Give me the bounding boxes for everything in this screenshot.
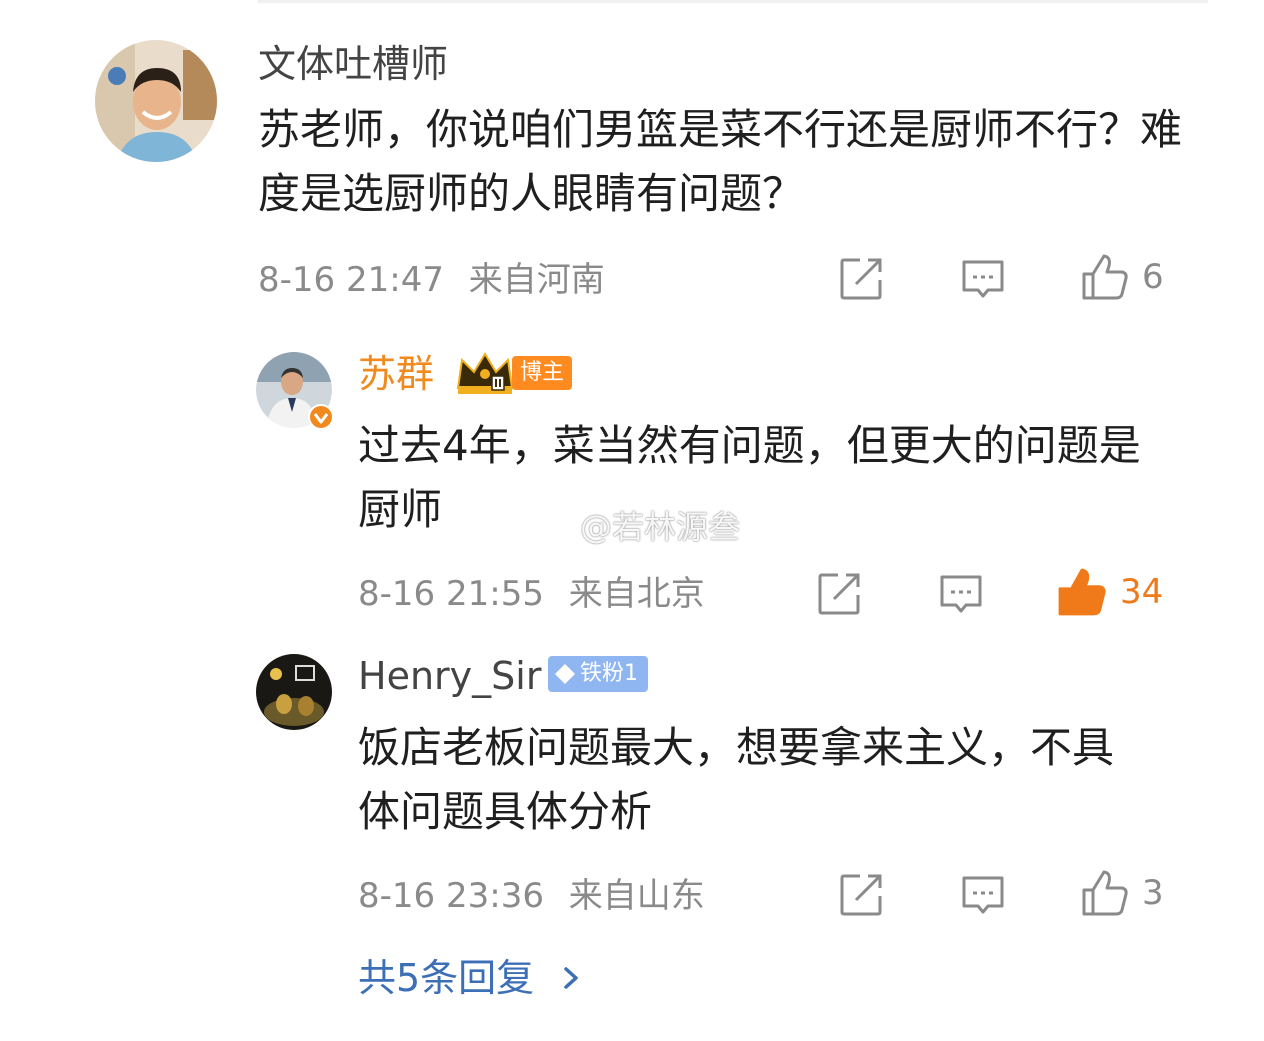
username[interactable]: Henry_Sir xyxy=(358,654,541,698)
more-replies-link[interactable]: 共5条回复 xyxy=(358,956,582,1000)
comment-text: 饭店老板问题最大，想要拿来主义，不具体问题具体分析 xyxy=(358,723,1115,836)
share-button[interactable] xyxy=(816,571,862,617)
more-replies-label: 共5条回复 xyxy=(358,956,535,1000)
like-icon xyxy=(1082,870,1128,916)
like-button[interactable]: 3 xyxy=(1080,868,1164,918)
blogger-badge: 博主 xyxy=(454,350,573,396)
crown-icon xyxy=(456,352,514,394)
diamond-icon xyxy=(555,664,575,684)
comment-meta: 8-16 21:55 来自北京 xyxy=(358,574,705,614)
fan-badge: 铁粉1 xyxy=(548,656,648,692)
like-button[interactable]: 6 xyxy=(1080,252,1164,302)
fan-level: 铁粉1 xyxy=(580,661,638,686)
share-icon xyxy=(840,258,882,300)
share-button[interactable] xyxy=(838,872,884,918)
share-button[interactable] xyxy=(838,256,884,302)
like-icon xyxy=(1082,254,1128,300)
weibo-logo-icon xyxy=(528,507,572,542)
reply-button[interactable] xyxy=(960,874,1006,916)
like-count: 6 xyxy=(1142,257,1164,297)
comment-icon xyxy=(962,876,1004,914)
watermark: @若林源叁 xyxy=(528,502,740,548)
avatar[interactable] xyxy=(256,654,332,730)
like-icon xyxy=(1058,568,1106,616)
avatar[interactable] xyxy=(256,352,334,430)
avatar[interactable] xyxy=(95,40,217,162)
username[interactable]: 苏群 xyxy=(358,352,434,396)
comment-date: 8-16 21:55 xyxy=(358,574,544,614)
like-count: 34 xyxy=(1120,572,1164,612)
comment-date: 8-16 23:36 xyxy=(358,876,544,916)
comment-text: 苏老师，你说咱们男篮是菜不行还是厨师不行？难度是选厨师的人眼睛有问题？ xyxy=(258,105,1183,218)
comment-location: 来自河南 xyxy=(468,260,605,300)
share-icon xyxy=(818,573,860,615)
watermark-text: @若林源叁 xyxy=(580,508,741,546)
like-button[interactable]: 34 xyxy=(1056,566,1163,618)
comment-meta: 8-16 23:36 来自山东 xyxy=(358,876,705,916)
comment-meta: 8-16 21:47 来自河南 xyxy=(258,260,605,300)
share-icon xyxy=(840,874,882,916)
comment-icon xyxy=(940,575,982,613)
comment-text: 过去4年，菜当然有问题，但更大的问题是厨师 xyxy=(358,421,1141,534)
comment-date: 8-16 21:47 xyxy=(258,260,444,300)
reply-button[interactable] xyxy=(938,573,984,615)
comment-icon xyxy=(962,260,1004,298)
username[interactable]: 文体吐槽师 xyxy=(258,42,448,86)
comment-location: 来自北京 xyxy=(568,574,705,614)
verified-icon xyxy=(308,404,334,430)
chevron-right-icon xyxy=(564,967,579,989)
like-count: 3 xyxy=(1142,873,1164,913)
reply-button[interactable] xyxy=(960,258,1006,300)
blogger-tag: 博主 xyxy=(512,356,573,390)
top-divider xyxy=(258,0,1208,3)
comment-location: 来自山东 xyxy=(568,876,705,916)
